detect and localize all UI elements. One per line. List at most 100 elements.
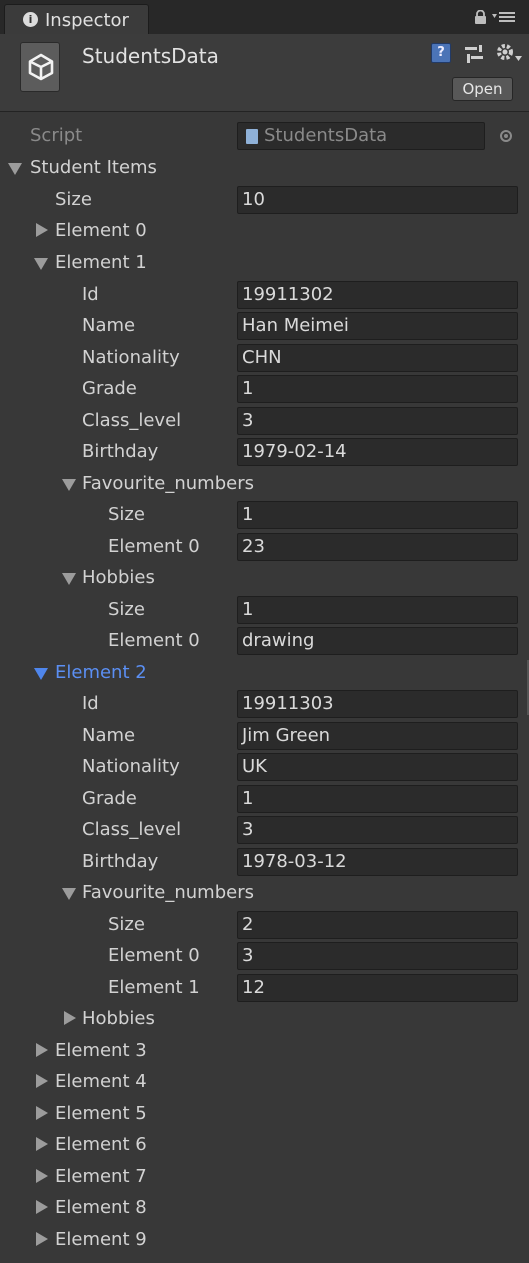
target-icon[interactable] [500, 130, 512, 142]
help-icon[interactable]: ? [431, 43, 451, 63]
hobbies-label: Hobbies [82, 567, 155, 588]
favourite-numbers-size-row: Size 2 [0, 911, 529, 939]
field-label: Size [108, 599, 145, 620]
foldout-arrow-icon[interactable] [62, 479, 76, 491]
birthday-field[interactable]: 1978-03-12 [237, 848, 518, 876]
element-1-foldout[interactable]: Element 1 [0, 249, 529, 277]
hobbies-label: Hobbies [82, 1008, 155, 1029]
foldout-arrow-icon[interactable] [62, 573, 76, 585]
id-row: Id 19911302 [0, 281, 529, 309]
element-3-foldout[interactable]: Element 3 [0, 1037, 529, 1065]
element-label: Element 0 [55, 220, 147, 241]
size-field[interactable]: 1 [237, 596, 518, 624]
favourite-numbers-foldout[interactable]: Favourite_numbers [0, 470, 529, 498]
field-label: Grade [82, 788, 137, 809]
tab-bar: i Inspector [0, 0, 529, 34]
hobbies-foldout[interactable]: Hobbies [0, 564, 529, 592]
foldout-arrow-icon[interactable] [36, 1232, 48, 1246]
size-field[interactable]: 1 [237, 501, 518, 529]
hobbies-size-row: Size 1 [0, 596, 529, 624]
favourite-number-row: Element 0 3 [0, 942, 529, 970]
nationality-row: Nationality CHN [0, 344, 529, 372]
birthday-field[interactable]: 1979-02-14 [237, 438, 518, 466]
element-label: Element 5 [55, 1103, 147, 1124]
element-0-foldout[interactable]: Element 0 [0, 217, 529, 245]
foldout-arrow-icon[interactable] [36, 1106, 48, 1120]
element-label: Element 2 [55, 662, 147, 683]
foldout-arrow-icon[interactable] [36, 1169, 48, 1183]
nationality-field[interactable]: CHN [237, 344, 518, 372]
script-field[interactable]: StudentsData [237, 122, 485, 150]
element-label: Element 9 [55, 1229, 147, 1250]
field-label: Element 0 [108, 945, 200, 966]
element-4-foldout[interactable]: Element 4 [0, 1068, 529, 1096]
element-9-foldout[interactable]: Element 9 [0, 1226, 529, 1254]
id-row: Id 19911303 [0, 690, 529, 718]
foldout-arrow-icon[interactable] [36, 223, 48, 237]
id-field[interactable]: 19911302 [237, 281, 518, 309]
field-label: Class_level [82, 410, 182, 431]
student-items-foldout[interactable]: Student Items [0, 154, 529, 182]
favourite-number-row: Element 0 23 [0, 533, 529, 561]
open-button[interactable]: Open [452, 77, 513, 101]
name-row: Name Han Meimei [0, 312, 529, 340]
element-5-foldout[interactable]: Element 5 [0, 1100, 529, 1128]
element-label: Element 8 [55, 1197, 147, 1218]
object-name: StudentsData [82, 44, 219, 68]
class-level-row: Class_level 3 [0, 407, 529, 435]
id-field[interactable]: 19911303 [237, 690, 518, 718]
name-field[interactable]: Jim Green [237, 722, 518, 750]
element-7-foldout[interactable]: Element 7 [0, 1163, 529, 1191]
tab-inspector[interactable]: i Inspector [4, 4, 149, 34]
favourite-numbers-foldout[interactable]: Favourite_numbers [0, 879, 529, 907]
foldout-arrow-icon[interactable] [36, 1137, 48, 1151]
list-size-field[interactable]: 10 [237, 186, 518, 214]
field-label: Element 0 [108, 630, 200, 651]
list-size-row: Size 10 [0, 186, 529, 214]
size-field[interactable]: 2 [237, 911, 518, 939]
favourite-number-field[interactable]: 3 [237, 942, 518, 970]
element-6-foldout[interactable]: Element 6 [0, 1131, 529, 1159]
foldout-arrow-icon[interactable] [34, 668, 48, 680]
favourite-number-field[interactable]: 12 [237, 974, 518, 1002]
field-label: Element 1 [108, 977, 200, 998]
foldout-arrow-icon[interactable] [62, 888, 76, 900]
class-level-field[interactable]: 3 [237, 407, 518, 435]
class-level-field[interactable]: 3 [237, 816, 518, 844]
favourite-number-field[interactable]: 23 [237, 533, 518, 561]
field-label: Nationality [82, 347, 180, 368]
grade-row: Grade 1 [0, 375, 529, 403]
element-8-foldout[interactable]: Element 8 [0, 1194, 529, 1222]
foldout-arrow-icon[interactable] [8, 163, 22, 175]
element-2-foldout[interactable]: Element 2 [0, 659, 529, 687]
foldout-arrow-icon[interactable] [36, 1074, 48, 1088]
field-label: Class_level [82, 819, 182, 840]
nationality-row: Nationality UK [0, 753, 529, 781]
foldout-arrow-icon[interactable] [36, 1043, 48, 1057]
grade-field[interactable]: 1 [237, 375, 518, 403]
field-label: Id [82, 693, 99, 714]
hobbies-foldout[interactable]: Hobbies [0, 1005, 529, 1033]
hobby-field[interactable]: drawing [237, 627, 518, 655]
field-label: Size [108, 914, 145, 935]
menu-icon[interactable] [492, 11, 516, 23]
nationality-field[interactable]: UK [237, 753, 518, 781]
foldout-arrow-icon[interactable] [36, 1200, 48, 1214]
birthday-row: Birthday 1978-03-12 [0, 848, 529, 876]
info-icon: i [23, 12, 38, 27]
gear-icon[interactable] [495, 42, 523, 64]
tab-title: Inspector [45, 10, 129, 31]
name-field[interactable]: Han Meimei [237, 312, 518, 340]
lock-icon[interactable] [474, 10, 487, 24]
favourite-numbers-label: Favourite_numbers [82, 882, 254, 903]
field-label: Size [108, 504, 145, 525]
foldout-arrow-icon[interactable] [34, 258, 48, 270]
foldout-arrow-icon[interactable] [64, 1011, 76, 1025]
favourite-number-row: Element 1 12 [0, 974, 529, 1002]
student-items-label: Student Items [30, 157, 157, 178]
grade-field[interactable]: 1 [237, 785, 518, 813]
name-row: Name Jim Green [0, 722, 529, 750]
element-label: Element 4 [55, 1071, 147, 1092]
preset-icon[interactable] [463, 43, 485, 65]
element-label: Element 7 [55, 1166, 147, 1187]
